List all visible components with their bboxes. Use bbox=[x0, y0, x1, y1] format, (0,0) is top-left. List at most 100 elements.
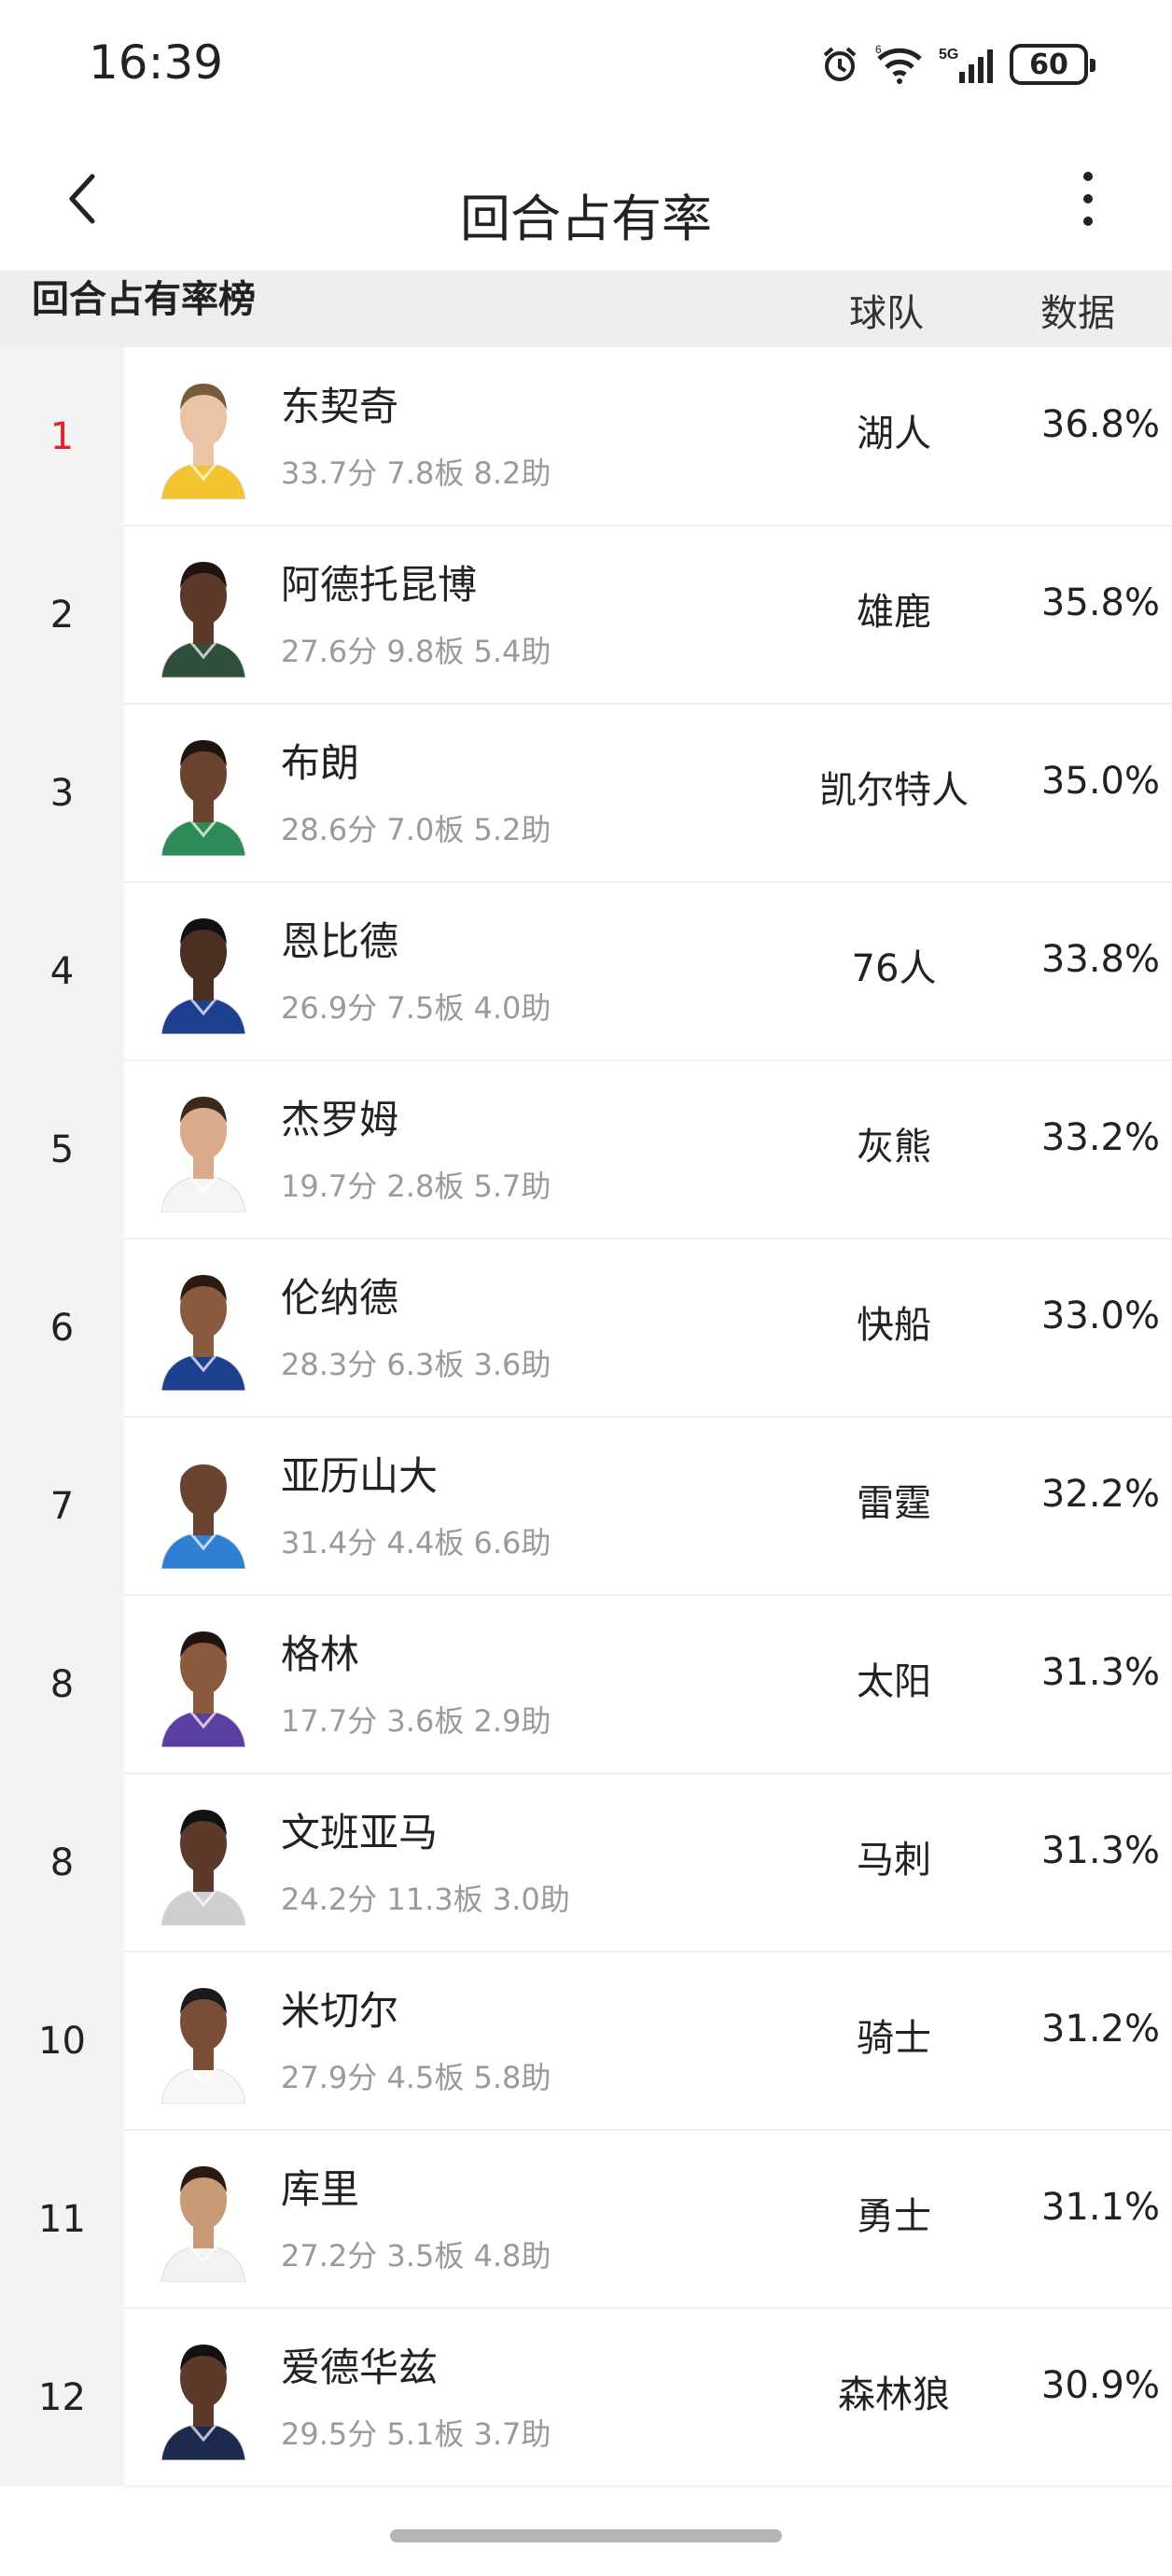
player-info: 杰罗姆 19.7分 2.8板 5.7助 灰熊 33.2% bbox=[124, 1060, 1172, 1239]
stat-value: 36.8% bbox=[1040, 403, 1160, 446]
player-info: 布朗 28.6分 7.0板 5.2助 凯尔特人 35.0% bbox=[124, 704, 1172, 883]
player-row[interactable]: 11 库里 27.2分 3.5板 4.8助 勇士 31.1% bbox=[0, 2130, 1172, 2309]
team-name: 湖人 bbox=[857, 413, 931, 455]
column-header-value: 数据 bbox=[1040, 292, 1115, 335]
player-avatar bbox=[160, 1097, 246, 1212]
player-stats: 27.6分 9.8板 5.4助 bbox=[281, 634, 551, 669]
player-name: 米切尔 bbox=[281, 1988, 399, 2034]
home-indicator bbox=[390, 2529, 782, 2542]
rank-number: 1 bbox=[0, 347, 124, 525]
player-row[interactable]: 6 伦纳德 28.3分 6.3板 3.6助 快船 33.0% bbox=[0, 1239, 1172, 1418]
more-button[interactable] bbox=[1041, 154, 1135, 247]
player-avatar bbox=[160, 918, 246, 1034]
player-info: 亚历山大 31.4分 4.4板 6.6助 雷霆 32.2% bbox=[124, 1417, 1172, 1596]
page-title: 回合占有率 bbox=[460, 189, 712, 248]
stat-value: 31.3% bbox=[1040, 1829, 1160, 1872]
stat-value: 35.0% bbox=[1040, 760, 1160, 803]
nav-bar: 回合占有率 bbox=[0, 131, 1172, 271]
player-name: 阿德托昆博 bbox=[281, 562, 478, 608]
stat-value: 31.1% bbox=[1040, 2186, 1160, 2229]
wifi-icon: 6 bbox=[873, 44, 926, 85]
player-info: 格林 17.7分 3.6板 2.9助 太阳 31.3% bbox=[124, 1595, 1172, 1774]
rank-number: 12 bbox=[0, 2308, 124, 2486]
rank-number: 4 bbox=[0, 882, 124, 1060]
svg-text:6: 6 bbox=[875, 44, 882, 56]
team-name: 凯尔特人 bbox=[819, 769, 969, 812]
alarm-icon bbox=[819, 44, 860, 85]
player-avatar bbox=[160, 384, 246, 499]
rank-number: 10 bbox=[0, 1952, 124, 2130]
player-stats: 28.6分 7.0板 5.2助 bbox=[281, 812, 551, 847]
more-vertical-icon bbox=[1079, 169, 1097, 232]
rank-number: 2 bbox=[0, 525, 124, 704]
player-stats: 29.5分 5.1板 3.7助 bbox=[281, 2416, 551, 2452]
player-row[interactable]: 12 爱德华兹 29.5分 5.1板 3.7助 森林狼 30.9% bbox=[0, 2308, 1172, 2487]
player-stats: 27.2分 3.5板 4.8助 bbox=[281, 2238, 551, 2274]
status-time: 16:39 bbox=[89, 35, 224, 90]
player-name: 恩比德 bbox=[281, 918, 399, 964]
player-row[interactable]: 4 恩比德 26.9分 7.5板 4.0助 76人 33.8% bbox=[0, 882, 1172, 1061]
column-header-team: 球队 bbox=[849, 292, 924, 335]
status-icons: 6 5G 60 bbox=[819, 41, 1095, 88]
player-row[interactable]: 10 米切尔 27.9分 4.5板 5.8助 骑士 31.2% bbox=[0, 1952, 1172, 2131]
player-name: 爱德华兹 bbox=[281, 2345, 439, 2390]
team-name: 灰熊 bbox=[857, 1126, 931, 1169]
player-row[interactable]: 3 布朗 28.6分 7.0板 5.2助 凯尔特人 35.0% bbox=[0, 704, 1172, 883]
player-name: 东契奇 bbox=[281, 384, 399, 429]
player-avatar bbox=[160, 1275, 246, 1391]
stat-value: 31.3% bbox=[1040, 1651, 1160, 1694]
rank-number: 8 bbox=[0, 1773, 124, 1952]
player-row[interactable]: 7 亚历山大 31.4分 4.4板 6.6助 雷霆 32.2% bbox=[0, 1417, 1172, 1596]
stat-value: 31.2% bbox=[1040, 2008, 1160, 2051]
stat-value: 33.0% bbox=[1040, 1295, 1160, 1337]
stat-value: 30.9% bbox=[1040, 2364, 1160, 2407]
team-name: 森林狼 bbox=[838, 2373, 950, 2416]
rank-number: 8 bbox=[0, 1595, 124, 1773]
player-row[interactable]: 8 文班亚马 24.2分 11.3板 3.0助 马刺 31.3% bbox=[0, 1773, 1172, 1953]
player-row[interactable]: 8 格林 17.7分 3.6板 2.9助 太阳 31.3% bbox=[0, 1595, 1172, 1774]
player-info: 恩比德 26.9分 7.5板 4.0助 76人 33.8% bbox=[124, 882, 1172, 1061]
player-avatar bbox=[160, 562, 246, 678]
player-info: 库里 27.2分 3.5板 4.8助 勇士 31.1% bbox=[124, 2130, 1172, 2309]
player-info: 阿德托昆博 27.6分 9.8板 5.4助 雄鹿 35.8% bbox=[124, 525, 1172, 705]
player-stats: 28.3分 6.3板 3.6助 bbox=[281, 1347, 551, 1382]
player-avatar bbox=[160, 1810, 246, 1925]
player-stats: 33.7分 7.8板 8.2助 bbox=[281, 455, 551, 491]
rank-number: 5 bbox=[0, 1060, 124, 1239]
player-name: 亚历山大 bbox=[281, 1453, 439, 1499]
rank-number: 3 bbox=[0, 704, 124, 882]
player-stats: 17.7分 3.6板 2.9助 bbox=[281, 1703, 551, 1739]
stat-value: 33.2% bbox=[1040, 1116, 1160, 1159]
team-name: 太阳 bbox=[857, 1660, 931, 1703]
player-info: 米切尔 27.9分 4.5板 5.8助 骑士 31.2% bbox=[124, 1952, 1172, 2131]
player-stats: 27.9分 4.5板 5.8助 bbox=[281, 2060, 551, 2095]
player-avatar bbox=[160, 1453, 246, 1569]
ranking-title: 回合占有率榜 bbox=[32, 278, 256, 321]
rank-number: 6 bbox=[0, 1239, 124, 1417]
stat-value: 32.2% bbox=[1040, 1473, 1160, 1516]
player-row[interactable]: 5 杰罗姆 19.7分 2.8板 5.7助 灰熊 33.2% bbox=[0, 1060, 1172, 1239]
rank-number: 11 bbox=[0, 2130, 124, 2308]
player-name: 库里 bbox=[281, 2166, 360, 2212]
cellular-5g-icon: 5G bbox=[939, 44, 997, 85]
player-info: 东契奇 33.7分 7.8板 8.2助 湖人 36.8% bbox=[124, 347, 1172, 526]
player-row[interactable]: 2 阿德托昆博 27.6分 9.8板 5.4助 雄鹿 35.8% bbox=[0, 525, 1172, 705]
player-stats: 24.2分 11.3板 3.0助 bbox=[281, 1882, 570, 1917]
player-name: 格林 bbox=[281, 1631, 360, 1677]
player-row[interactable]: 1 东契奇 33.7分 7.8板 8.2助 湖人 36.8% bbox=[0, 347, 1172, 526]
player-stats: 31.4分 4.4板 6.6助 bbox=[281, 1525, 551, 1561]
player-name: 文班亚马 bbox=[281, 1810, 439, 1855]
battery-icon: 60 bbox=[1010, 44, 1095, 85]
ranking-list: 1 东契奇 33.7分 7.8板 8.2助 湖人 36.8% 2 阿德托昆博 27.6分 9.… bbox=[0, 347, 1172, 2487]
team-name: 马刺 bbox=[857, 1839, 931, 1882]
team-name: 快船 bbox=[857, 1304, 931, 1347]
player-avatar bbox=[160, 1988, 246, 2104]
player-avatar bbox=[160, 2166, 246, 2282]
stat-value: 33.8% bbox=[1040, 938, 1160, 981]
player-avatar bbox=[160, 740, 246, 856]
player-name: 伦纳德 bbox=[281, 1275, 399, 1321]
player-info: 伦纳德 28.3分 6.3板 3.6助 快船 33.0% bbox=[124, 1239, 1172, 1418]
player-info: 爱德华兹 29.5分 5.1板 3.7助 森林狼 30.9% bbox=[124, 2308, 1172, 2487]
team-name: 76人 bbox=[851, 947, 937, 990]
player-avatar bbox=[160, 2345, 246, 2460]
